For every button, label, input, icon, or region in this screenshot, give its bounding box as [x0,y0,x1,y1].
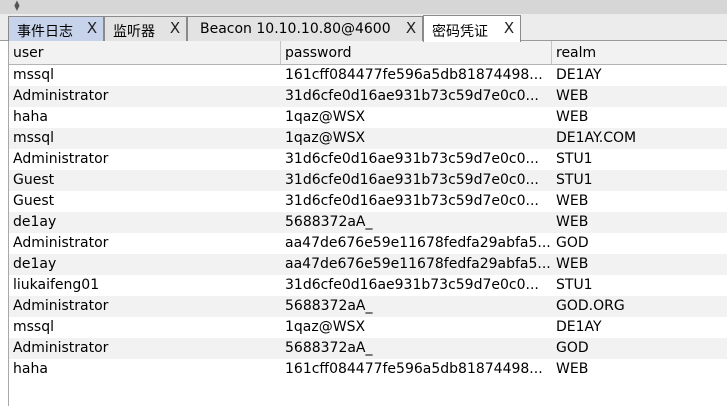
cell-realm: GOD [556,235,589,251]
table-row[interactable]: haha 161cff084477fe596a5db81874498... WE… [9,359,727,380]
cell-realm: STU1 [556,172,593,188]
cell-password: 161cff084477fe596a5db81874498... [285,67,543,83]
cell-password: aa47de676e59e11678fedfa29abfa5... [285,235,551,251]
table-row[interactable]: de1ay aa47de676e59e11678fedfa29abfa5... … [9,254,727,275]
table-row[interactable]: mssql 1qaz@WSX DE1AY.COM [9,128,727,149]
cell-password: 31d6cfe0d16ae931b73c59d7e0c0... [285,172,539,188]
cell-password: aa47de676e59e11678fedfa29abfa5... [285,256,551,272]
split-arrows-icon[interactable]: ▲ ▼ [13,0,21,12]
tab-bar: 事件日志 X 监听器 X Beacon 10.10.10.80@4600 X 密… [0,14,727,42]
cell-user: Administrator [13,151,109,167]
cell-password: 1qaz@WSX [285,130,366,146]
table-row[interactable]: Administrator 5688372aA_ GOD [9,338,727,359]
cell-realm: STU1 [556,277,593,293]
cell-user: haha [13,361,48,377]
table-row[interactable]: Administrator 31d6cfe0d16ae931b73c59d7e0… [9,86,727,107]
cell-realm: DE1AY [556,319,602,335]
cell-password: 1qaz@WSX [285,319,366,335]
tab-label: Beacon 10.10.10.80@4600 [200,21,391,37]
table-row[interactable]: haha 1qaz@WSX WEB [9,107,727,128]
cell-user: Administrator [13,88,109,104]
cell-password: 1qaz@WSX [285,109,366,125]
cell-password: 31d6cfe0d16ae931b73c59d7e0c0... [285,88,539,104]
cell-password: 5688372aA_ [285,214,373,230]
table-row[interactable]: mssql 1qaz@WSX DE1AY [9,317,727,338]
cell-user: mssql [13,67,55,83]
table-row[interactable]: Administrator 5688372aA_ GOD.ORG [9,296,727,317]
cell-user: Administrator [13,340,109,356]
cell-realm: WEB [556,109,589,125]
table-row[interactable]: Guest 31d6cfe0d16ae931b73c59d7e0c0... ST… [9,170,727,191]
cell-realm: WEB [556,88,589,104]
cell-user: mssql [13,319,55,335]
cell-user: haha [13,109,48,125]
column-header-realm[interactable]: realm [552,41,727,64]
table-row[interactable]: de1ay 5688372aA_ WEB [9,212,727,233]
table-row[interactable]: Guest 31d6cfe0d16ae931b73c59d7e0c0... WE… [9,191,727,212]
cell-password: 31d6cfe0d16ae931b73c59d7e0c0... [285,277,539,293]
table-row[interactable]: Administrator 31d6cfe0d16ae931b73c59d7e0… [9,149,727,170]
cell-user: Administrator [13,298,109,314]
tab-label: 事件日志 [17,24,73,40]
table-row[interactable]: Administrator aa47de676e59e11678fedfa29a… [9,233,727,254]
cell-user: Administrator [13,235,109,251]
column-header-user[interactable]: user [9,41,281,64]
cell-password: 31d6cfe0d16ae931b73c59d7e0c0... [285,151,539,167]
cell-realm: WEB [556,256,589,272]
top-strip: ▲ ▼ [0,0,727,14]
cell-realm: WEB [556,361,589,377]
cell-user: Guest [13,172,55,188]
cell-realm: GOD [556,340,589,356]
column-header-password[interactable]: password [281,41,552,64]
table-row[interactable]: liukaifeng01 31d6cfe0d16ae931b73c59d7e0c… [9,275,727,296]
tab-listeners[interactable]: 监听器 X [104,16,187,41]
cell-password: 31d6cfe0d16ae931b73c59d7e0c0... [285,193,539,209]
cell-realm: WEB [556,214,589,230]
close-icon[interactable]: X [502,20,516,36]
close-icon[interactable]: X [85,20,99,36]
cell-user: liukaifeng01 [13,277,100,293]
cell-realm: STU1 [556,151,593,167]
close-icon[interactable]: X [404,20,418,36]
cell-realm: DE1AY [556,67,602,83]
cell-user: de1ay [13,256,57,272]
tab-beacon[interactable]: Beacon 10.10.10.80@4600 X [187,16,423,41]
tab-label: 密码凭证 [432,24,488,40]
cell-realm: WEB [556,193,589,209]
cell-user: de1ay [13,214,57,230]
cell-password: 5688372aA_ [285,298,373,314]
tab-credentials[interactable]: 密码凭证 X [423,15,521,42]
close-icon[interactable]: X [168,20,182,36]
cell-realm: GOD.ORG [556,298,625,314]
cell-realm: DE1AY.COM [556,130,637,146]
cell-password: 161cff084477fe596a5db81874498... [285,361,543,377]
cell-user: mssql [13,130,55,146]
tab-label: 监听器 [113,24,155,40]
tab-event-log[interactable]: 事件日志 X [8,16,104,41]
cell-password: 5688372aA_ [285,340,373,356]
credentials-table: user password realm mssql 161cff084477fe… [8,41,727,406]
table-header: user password realm [9,41,727,65]
table-row[interactable]: mssql 161cff084477fe596a5db81874498... D… [9,65,727,86]
cell-user: Guest [13,193,55,209]
